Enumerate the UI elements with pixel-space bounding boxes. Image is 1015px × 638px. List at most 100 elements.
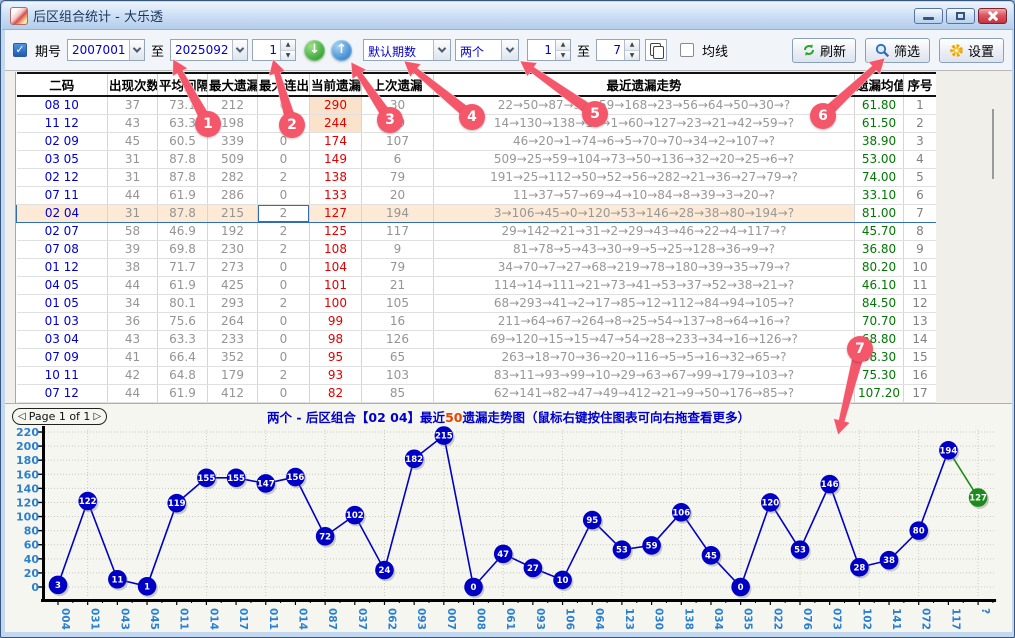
spinner-up-icon[interactable]: ▲ — [281, 40, 295, 51]
cell[interactable]: 15 — [904, 348, 937, 366]
cell[interactable]: 61.50 — [855, 114, 904, 132]
cell[interactable]: 03 04 — [17, 330, 108, 348]
cell[interactable]: 293 — [208, 294, 258, 312]
step-spinner[interactable]: 1 ▲▼ — [252, 39, 296, 61]
cell[interactable]: 01 05 — [17, 294, 108, 312]
missing-trend-chart[interactable]: 0204060801001201401601802002200040310430… — [5, 404, 1012, 632]
cell[interactable]: 126 — [362, 330, 434, 348]
cell[interactable]: 46→20→1→74→6→5→70→70→34→2→107→? — [434, 132, 855, 150]
cell[interactable]: 53.00 — [855, 150, 904, 168]
cell[interactable]: 273 — [208, 258, 258, 276]
table-row[interactable]: 04 054461.9425010121114→14→111→21→73→41→… — [17, 276, 937, 294]
cell[interactable]: 63.3 — [158, 330, 208, 348]
issue-checkbox[interactable]: ✓ — [13, 43, 27, 57]
chevron-down-icon[interactable] — [129, 40, 144, 60]
cell[interactable]: 87.8 — [158, 168, 208, 186]
column-header-0[interactable]: 二码 — [17, 73, 108, 96]
cell[interactable]: 7 — [904, 204, 937, 222]
cell[interactable]: 0 — [258, 348, 310, 366]
cell[interactable]: 13 — [904, 312, 937, 330]
cell[interactable]: 07 11 — [17, 186, 108, 204]
cell[interactable]: 29→142→21→31→2→29→43→46→22→4→117→? — [434, 222, 855, 240]
column-header-3[interactable]: 最大遗漏 — [208, 73, 258, 96]
chevron-down-icon[interactable] — [501, 40, 518, 60]
cell[interactable]: 07 12 — [17, 384, 108, 402]
cell[interactable]: 22→50→87→31→59→168→23→56→64→50→30→? — [434, 96, 855, 114]
cell[interactable]: 133 — [310, 186, 362, 204]
cell[interactable]: 01 03 — [17, 312, 108, 330]
cell[interactable]: 81→78→5→43→30→9→5→25→128→36→9→? — [434, 240, 855, 258]
cell[interactable]: 2 — [258, 240, 310, 258]
column-header-8[interactable]: 遗漏均值 — [855, 73, 904, 96]
cell[interactable]: 74.00 — [855, 168, 904, 186]
cell[interactable]: 16 — [904, 366, 937, 384]
issue-to-select[interactable]: 2025092 — [170, 39, 248, 61]
cell[interactable]: 212 — [208, 96, 258, 114]
cell[interactable]: 230 — [208, 240, 258, 258]
spinner-down-icon[interactable]: ▼ — [556, 51, 570, 61]
cell[interactable]: 61.9 — [158, 384, 208, 402]
cell[interactable]: 01 12 — [17, 258, 108, 276]
cell[interactable]: 9 — [904, 240, 937, 258]
cell[interactable]: 87.8 — [158, 150, 208, 168]
cell[interactable]: 04 05 — [17, 276, 108, 294]
cell[interactable]: 11→37→57→69→4→10→84→8→39→3→20→? — [434, 186, 855, 204]
cell[interactable]: 80.1 — [158, 294, 208, 312]
range-to-spinner[interactable]: 7 ▲▼ — [596, 39, 640, 61]
cell[interactable]: 02 09 — [17, 132, 108, 150]
table-row[interactable]: 02 075846.9192212511729→142→21→31→2→29→4… — [17, 222, 937, 240]
cell[interactable]: 44 — [108, 384, 158, 402]
copy-button[interactable] — [645, 39, 667, 61]
cell[interactable]: 85 — [362, 384, 434, 402]
table-row[interactable]: 07 094166.435209565263→18→70→36→20→116→5… — [17, 348, 937, 366]
cell[interactable]: 79 — [362, 168, 434, 186]
cell[interactable]: 71.7 — [158, 258, 208, 276]
cell[interactable]: 211→64→67→264→8→25→54→137→8→64→16→? — [434, 312, 855, 330]
cell[interactable]: 412 — [208, 384, 258, 402]
cell[interactable]: 192 — [208, 222, 258, 240]
close-button[interactable] — [978, 8, 1007, 24]
cell[interactable]: 45 — [108, 132, 158, 150]
cell[interactable]: 4 — [904, 150, 937, 168]
cell[interactable]: 69→120→15→15→47→54→28→233→34→16→126→? — [434, 330, 855, 348]
cell[interactable]: 83→11→93→99→10→29→63→67→99→179→103→? — [434, 366, 855, 384]
cell[interactable]: 127 — [310, 204, 362, 222]
cell[interactable]: 0 — [258, 330, 310, 348]
cell[interactable]: 105 — [362, 294, 434, 312]
cell[interactable]: 03 05 — [17, 150, 108, 168]
cell[interactable]: 138 — [310, 168, 362, 186]
cell[interactable]: 0 — [258, 312, 310, 330]
table-row[interactable]: 01 053480.1293210010568→293→41→2→17→85→1… — [17, 294, 937, 312]
cell[interactable]: 21 — [362, 276, 434, 294]
cell[interactable]: 79 — [362, 258, 434, 276]
cell[interactable]: 39 — [108, 240, 158, 258]
cell[interactable]: 12 — [904, 294, 937, 312]
cell[interactable]: 0 — [258, 186, 310, 204]
cell[interactable]: 286 — [208, 186, 258, 204]
cell[interactable]: 43 — [108, 330, 158, 348]
cell[interactable]: 11 — [904, 276, 937, 294]
cell[interactable]: 2 — [904, 114, 937, 132]
column-header-1[interactable]: 出现次数 — [108, 73, 158, 96]
chevron-down-icon[interactable] — [433, 40, 450, 60]
cell[interactable]: 0 — [258, 384, 310, 402]
table-row[interactable]: 03 044363.323309812669→120→15→15→47→54→2… — [17, 330, 937, 348]
cell[interactable]: 6 — [362, 150, 434, 168]
table-row[interactable]: 07 083969.82302108981→78→5→43→30→9→5→25→… — [17, 240, 937, 258]
cell[interactable]: 80.20 — [855, 258, 904, 276]
cell[interactable]: 31 — [108, 168, 158, 186]
cell[interactable]: 0 — [258, 150, 310, 168]
spinner-down-icon[interactable]: ▼ — [281, 51, 295, 61]
cell[interactable]: 82 — [310, 384, 362, 402]
cell[interactable]: 62→141→82→47→49→412→21→9→50→176→85→? — [434, 384, 855, 402]
cell[interactable]: 46.10 — [855, 276, 904, 294]
table-scrollbar[interactable] — [992, 109, 994, 179]
table-row[interactable]: 02 094560.5339017410746→20→1→74→6→5→70→7… — [17, 132, 937, 150]
chevron-down-icon[interactable] — [232, 40, 247, 60]
cell[interactable]: 114→14→111→21→73→41→53→37→52→38→21→? — [434, 276, 855, 294]
cell[interactable]: 2 — [258, 222, 310, 240]
cell[interactable]: 98 — [310, 330, 362, 348]
cell[interactable]: 264 — [208, 312, 258, 330]
cell[interactable]: 117 — [362, 222, 434, 240]
cell[interactable]: 61.80 — [855, 96, 904, 114]
